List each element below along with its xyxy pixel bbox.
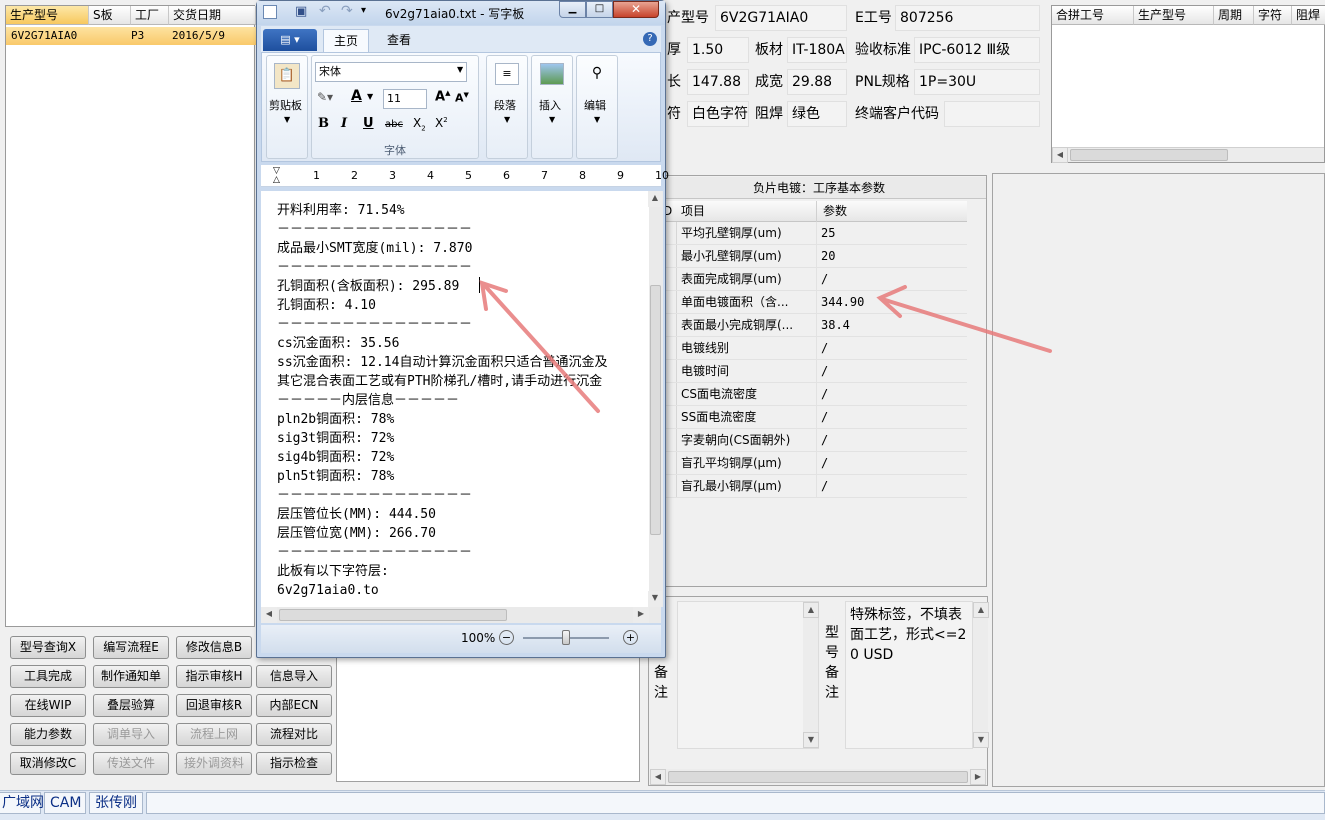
annotation-arrows: [479, 280, 1052, 413]
arrow-line-left: [484, 285, 600, 413]
arrow-line-right: [880, 297, 1052, 353]
